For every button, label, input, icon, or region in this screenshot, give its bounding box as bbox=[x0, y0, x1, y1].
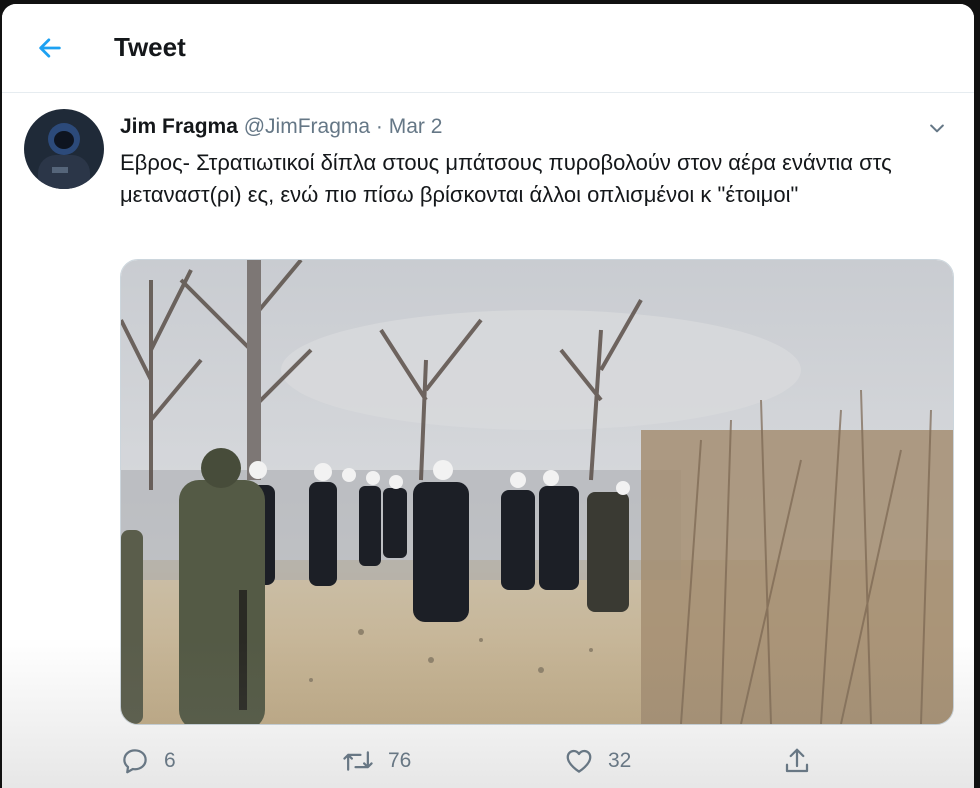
retweet-button[interactable]: 76 bbox=[342, 741, 411, 781]
avatar[interactable] bbox=[24, 109, 104, 189]
arrow-left-icon bbox=[39, 38, 61, 58]
author-handle[interactable]: @JimFragma bbox=[244, 115, 370, 138]
meta-separator: · bbox=[375, 115, 383, 138]
tweet-page: Tweet Jim Fragma @JimFragma · Mar 2 Εβρο… bbox=[2, 4, 974, 788]
tweet-media-video[interactable] bbox=[120, 259, 954, 725]
page-header: Tweet bbox=[2, 4, 974, 93]
tweet-meta: Jim Fragma @JimFragma · Mar 2 bbox=[120, 115, 442, 139]
page-title: Tweet bbox=[114, 32, 186, 62]
share-icon bbox=[785, 748, 809, 773]
chevron-down-icon bbox=[930, 124, 944, 133]
back-button[interactable] bbox=[28, 26, 72, 70]
author-name[interactable]: Jim Fragma bbox=[120, 115, 238, 138]
media-scene bbox=[121, 260, 953, 724]
reply-button[interactable]: 6 bbox=[120, 741, 176, 781]
tweet-text: Εβρος- Στρατιωτικοί δίπλα στους μπάτσους… bbox=[120, 150, 892, 207]
reply-count: 6 bbox=[164, 749, 176, 772]
tweet-menu-button[interactable] bbox=[922, 113, 952, 143]
heart-icon bbox=[566, 749, 592, 773]
tweet-actions: 6 76 32 bbox=[120, 741, 820, 781]
share-button[interactable] bbox=[782, 741, 812, 781]
like-button[interactable]: 32 bbox=[564, 741, 631, 781]
tweet: Jim Fragma @JimFragma · Mar 2 Εβρος- Στρ… bbox=[2, 93, 974, 788]
like-count: 32 bbox=[608, 749, 632, 772]
tweet-date[interactable]: Mar 2 bbox=[389, 115, 443, 138]
retweet-count: 76 bbox=[388, 749, 412, 772]
retweet-icon bbox=[343, 751, 373, 771]
reply-icon bbox=[123, 749, 147, 774]
